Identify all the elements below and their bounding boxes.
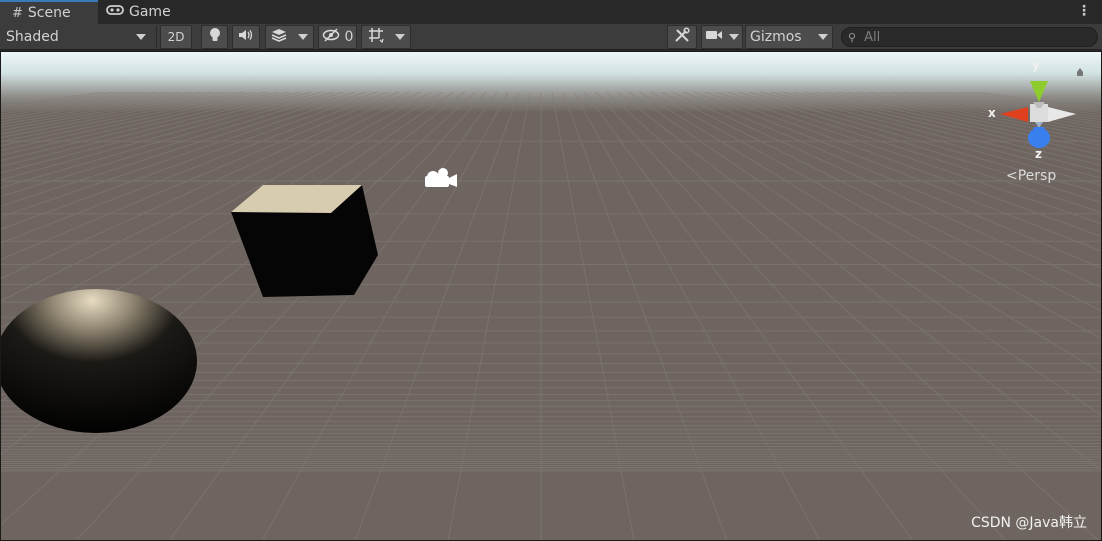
chevron-down-icon — [136, 34, 146, 40]
sphere-object[interactable] — [1, 289, 197, 433]
projection-label: Persp — [1017, 168, 1057, 184]
projection-toggle[interactable]: <Persp — [1006, 168, 1056, 184]
watermark: CSDN @Java韩立 — [971, 515, 1087, 531]
grid-dropdown[interactable] — [361, 25, 411, 49]
effects-dropdown[interactable] — [265, 25, 314, 49]
grid-icon — [368, 27, 384, 47]
chevron-down-icon — [394, 34, 405, 40]
eye-hidden-icon — [322, 28, 340, 46]
axis-label-y: y — [1032, 58, 1040, 72]
mode-2d-toggle[interactable]: 2D — [160, 25, 192, 49]
scene-search-input[interactable]: ⚲ All — [841, 27, 1098, 47]
more-menu-icon[interactable]: ⋮ — [1077, 3, 1091, 19]
hidden-objects-count: 0 — [344, 29, 354, 45]
speaker-icon — [238, 29, 254, 45]
layers-icon — [271, 28, 287, 46]
gamepad-icon — [106, 4, 124, 20]
wrench-icon — [674, 27, 690, 47]
lightbulb-icon — [209, 27, 221, 47]
visibility-toggle[interactable]: 0 — [318, 25, 357, 49]
scene-toolbar: Shaded 2D 0 Gizmos ⚲ All — [0, 24, 1102, 50]
search-icon: ⚲ — [848, 30, 857, 44]
gizmos-dropdown[interactable]: Gizmos — [745, 25, 833, 49]
video-camera-icon — [705, 29, 723, 45]
tab-scene-label: Scene — [27, 5, 71, 21]
axis-label-z: z — [1035, 147, 1042, 161]
scene-render — [1, 52, 1101, 540]
tab-scene[interactable]: # Scene — [0, 0, 98, 24]
tools-button[interactable] — [667, 25, 697, 49]
audio-toggle[interactable] — [232, 25, 260, 49]
draw-mode-value: Shaded — [6, 29, 59, 45]
mode-2d-label: 2D — [167, 30, 185, 44]
hash-grid-icon: # — [12, 5, 23, 21]
scene-viewport[interactable]: y x z <Persp CSDN @Java韩立 — [0, 51, 1102, 541]
draw-mode-dropdown[interactable]: Shaded — [0, 25, 152, 49]
tab-game[interactable]: Game — [106, 0, 186, 24]
chevron-down-icon — [297, 34, 308, 40]
search-placeholder: All — [864, 29, 881, 45]
axis-label-x: x — [988, 106, 996, 120]
tab-game-label: Game — [129, 4, 171, 20]
lighting-toggle[interactable] — [201, 25, 228, 49]
gizmos-label: Gizmos — [750, 29, 802, 45]
toolbar-divider — [156, 26, 157, 48]
chevron-down-icon — [818, 34, 828, 40]
chevron-down-icon — [729, 34, 739, 40]
camera-dropdown[interactable] — [701, 25, 743, 49]
tab-bar: # Scene Game ⋮ — [0, 0, 1102, 24]
